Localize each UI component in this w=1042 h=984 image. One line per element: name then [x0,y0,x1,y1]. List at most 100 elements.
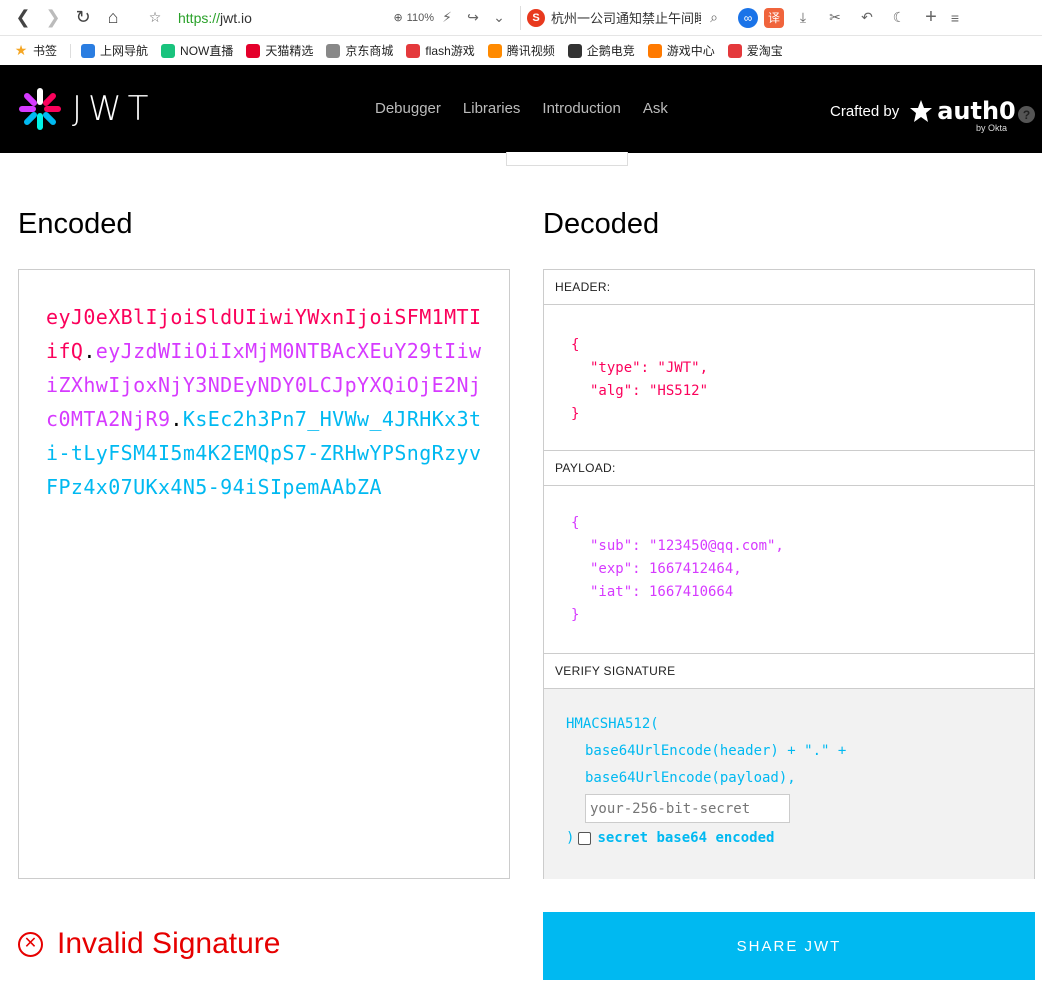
payload-section-label: PAYLOAD: [544,451,1034,486]
search-box[interactable]: S 杭州一公司通知禁止午间睡 ⌕ [520,5,730,31]
secret-base64-checkbox[interactable] [578,832,592,845]
back-icon[interactable]: ❮ [8,3,38,33]
now-icon [161,43,176,58]
bookmark-item[interactable]: 游戏中心 [647,42,715,59]
nav-libraries[interactable]: Libraries [463,100,521,117]
json-line: "type": "JWT", [590,360,709,376]
bookmark-label: flash游戏 [425,44,475,58]
help-icon[interactable]: ? [1018,106,1035,123]
bookmark-label: 天猫精选 [265,44,314,58]
ie-icon [81,43,96,58]
error-circle-icon: ✕ [18,931,43,957]
search-icon[interactable]: ⌕ [701,5,727,31]
secret-base64-label[interactable]: secret base64 encoded [597,825,774,852]
bookmark-separator [70,43,72,58]
url-text[interactable]: https://jwt.io [178,10,252,26]
address-bar[interactable]: ☆ https://jwt.io ⊕ 110% ⚡ ↪ ⌄ [142,4,512,32]
verify-close-paren: ) [566,830,575,846]
nav-ask[interactable]: Ask [643,100,668,117]
json-line: "iat": 1667410664 [590,584,734,600]
auth0-logo-text: auth0 [937,97,1016,125]
bookmark-label: 企鹅电竞 [586,44,635,58]
bookmark-label: NOW直播 [180,44,234,58]
json-line: } [571,607,580,623]
bookmark-item[interactable]: ★ 书签 [14,42,57,59]
undo-icon[interactable]: ↶ [854,5,880,31]
lightning-icon[interactable]: ⚡ [434,5,460,31]
bookmark-item[interactable]: 京东商城 [326,42,393,59]
star-icon: ★ [14,42,28,58]
logo-text: JWT [72,89,155,129]
nav-debugger[interactable]: Debugger [375,100,441,117]
json-line: } [571,406,580,422]
json-line: { [571,337,580,353]
zoom-icon: ⊕ [393,12,403,24]
verify-line-payload: base64UrlEncode(payload), [585,770,796,786]
bookmark-label: 书签 [33,44,58,58]
globe-icon [326,43,341,58]
decoded-panel: HEADER: { "type": "JWT", "alg": "HS512" … [543,269,1035,879]
tmall-icon [246,43,261,58]
by-okta-label: by Okta [976,123,1008,133]
header-json-editor[interactable]: { "type": "JWT", "alg": "HS512" } [544,305,1034,451]
jwt-logo[interactable]: JWT [18,87,154,131]
zoom-indicator[interactable]: ⊕ 110% [393,11,434,25]
browser-toolbar: ❮ ❯ ↻ ⌂ ☆ https://jwt.io ⊕ 110% ⚡ ↪ ⌄ S 杭… [0,0,1042,36]
penguin-icon [567,43,582,58]
bookmark-item[interactable]: 爱淘宝 [727,42,783,59]
verify-section-label: VERIFY SIGNATURE [544,654,1034,689]
bookmarks-bar: ★ 书签 上网导航 NOW直播 天猫精选 京东商城 flash游戏 腾讯视频 企鹅电竞 游戏中心 爱… [0,36,1042,65]
token-text[interactable]: eyJ0eXBlIjoiSldUIiwiYWxnIjoiSFM1MTIifQ.e… [46,300,486,504]
bookmark-item[interactable]: 企鹅电竞 [567,42,635,59]
main-nav: Debugger Libraries Introduction Ask [375,100,668,117]
payload-json-editor[interactable]: { "sub": "123450@qq.com", "exp": 1667412… [544,486,1034,654]
share-page-icon[interactable]: ↪ [460,5,486,31]
infinity-icon[interactable]: ∞ [738,7,758,28]
download-icon[interactable]: ⤓ [790,5,816,31]
moon-icon[interactable]: ☾ [886,5,912,31]
share-jwt-button[interactable]: SHARE JWT [543,912,1035,980]
secret-input[interactable] [585,794,790,823]
verify-line-header: base64UrlEncode(header) + "." + [585,743,847,759]
decoded-title: Decoded [543,208,660,240]
flash-icon [406,43,421,58]
taobao-icon [727,43,742,58]
token-dot: . [83,339,96,363]
plus-icon[interactable]: + [918,5,944,31]
auth0-star-icon [910,100,933,122]
verify-signature-body: HMACSHA512( base64UrlEncode(header) + ".… [544,689,1034,879]
bookmark-item[interactable]: 腾讯视频 [487,42,555,59]
crafted-by-auth0[interactable]: Crafted by auth0 by Okta [830,97,1016,133]
reload-icon[interactable]: ↻ [68,3,98,33]
bookmark-item[interactable]: flash游戏 [406,42,475,59]
bookmark-label: 腾讯视频 [506,44,555,58]
json-line: { [571,515,580,531]
jwt-logo-icon [19,88,61,130]
search-suggestion[interactable]: 杭州一公司通知禁止午间睡 [551,8,701,27]
forward-icon[interactable]: ❯ [38,3,68,33]
json-line: "sub": "123450@qq.com", [590,538,784,554]
json-line: "exp": 1667412464, [590,561,742,577]
chevron-down-icon[interactable]: ⌄ [486,5,512,31]
encoded-token-editor[interactable]: eyJ0eXBlIjoiSldUIiwiYWxnIjoiSFM1MTIifQ.e… [18,269,510,879]
nav-introduction[interactable]: Introduction [542,100,620,117]
menu-icon[interactable]: ≡ [950,5,960,31]
bookmark-item[interactable]: 上网导航 [81,42,148,59]
sogou-icon: S [527,8,545,27]
bookmark-label: 游戏中心 [666,44,715,58]
json-line: "alg": "HS512" [590,383,709,399]
bookmark-label: 爱淘宝 [746,44,783,58]
bookmark-label: 京东商城 [345,44,394,58]
algorithm-tab-stub[interactable] [506,152,628,166]
home-icon[interactable]: ⌂ [98,3,128,33]
verify-function: HMACSHA512( [566,716,659,732]
scissors-icon[interactable]: ✂ [822,5,848,31]
bookmark-star-icon[interactable]: ☆ [142,5,168,31]
bookmark-item[interactable]: 天猫精选 [246,42,313,59]
signature-status: ✕ Invalid Signature [18,927,280,961]
invalid-signature-text: Invalid Signature [57,927,281,960]
gamepad-icon [647,43,662,58]
translate-icon[interactable]: 译 [764,7,784,28]
bookmark-item[interactable]: NOW直播 [161,42,233,59]
header-section-label: HEADER: [544,270,1034,305]
